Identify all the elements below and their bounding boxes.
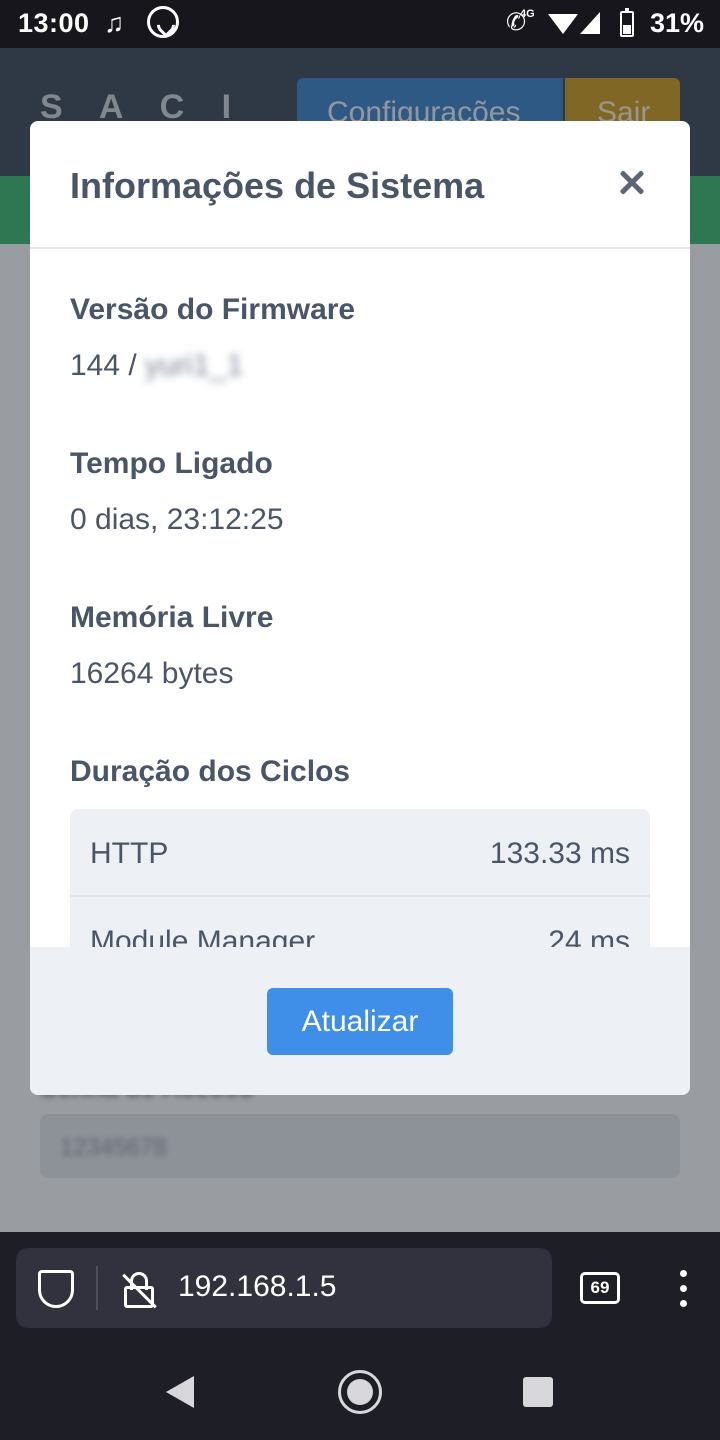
url-text[interactable]: 192.168.1.5 — [178, 1270, 336, 1304]
modal-body[interactable]: Versão do Firmware 144 /yuri1_1 Tempo Li… — [30, 251, 690, 947]
wifi-icon — [548, 14, 578, 34]
divider — [96, 1266, 98, 1310]
cycle-name: HTTP — [90, 837, 169, 870]
cycles-list: HTTP 133.33 ms Module Manager 24 ms — [70, 809, 650, 947]
browser-toolbar: 192.168.1.5 69 — [0, 1232, 720, 1344]
modal-title: Informações de Sistema — [70, 165, 485, 206]
system-info-modal: Informações de Sistema Versão do Firmwar… — [30, 121, 690, 1095]
cycle-name: Module Manager — [90, 925, 316, 947]
modal-header: Informações de Sistema — [30, 121, 690, 249]
tabs-counter-icon[interactable]: 69 — [580, 1272, 620, 1304]
system-nav-bar — [0, 1344, 720, 1440]
modal-footer: Atualizar — [30, 947, 690, 1095]
home-icon[interactable] — [338, 1370, 382, 1414]
memory-title: Memória Livre — [70, 601, 274, 634]
signal-icon — [580, 12, 600, 34]
music-icon: ♫ — [104, 8, 125, 38]
battery-icon — [620, 8, 634, 37]
close-icon[interactable] — [615, 165, 651, 201]
battery-percent: 31% — [650, 8, 705, 38]
whatsapp-icon — [147, 6, 179, 38]
firmware-number: 144 / — [70, 349, 137, 382]
cycles-title: Duração dos Ciclos — [70, 755, 351, 788]
refresh-button[interactable]: Atualizar — [267, 988, 453, 1055]
list-item: HTTP 133.33 ms — [70, 809, 650, 897]
shield-icon[interactable] — [38, 1270, 74, 1308]
url-bar[interactable]: 192.168.1.5 — [16, 1248, 552, 1328]
cycle-value: 133.33 ms — [489, 837, 630, 870]
firmware-build-blurred: yuri1_1 — [144, 349, 244, 382]
uptime-title: Tempo Ligado — [70, 447, 273, 480]
memory-value: 16264 bytes — [70, 657, 234, 690]
list-item: Module Manager 24 ms — [70, 897, 650, 947]
insecure-lock-icon[interactable] — [122, 1272, 158, 1309]
uptime-value: 0 dias, 23:12:25 — [70, 503, 284, 536]
firmware-title: Versão do Firmware — [70, 293, 356, 326]
cycle-value: 24 ms — [548, 925, 630, 947]
more-menu-icon[interactable] — [680, 1270, 688, 1308]
firmware-value: 144 /yuri1_1 — [70, 349, 243, 383]
back-icon[interactable] — [166, 1376, 194, 1408]
status-time: 13:00 — [18, 8, 90, 38]
network-type: 4G — [520, 8, 535, 20]
status-bar: 13:00 ♫ ✆ 4G 31% — [0, 0, 720, 48]
recents-icon[interactable] — [523, 1377, 553, 1407]
